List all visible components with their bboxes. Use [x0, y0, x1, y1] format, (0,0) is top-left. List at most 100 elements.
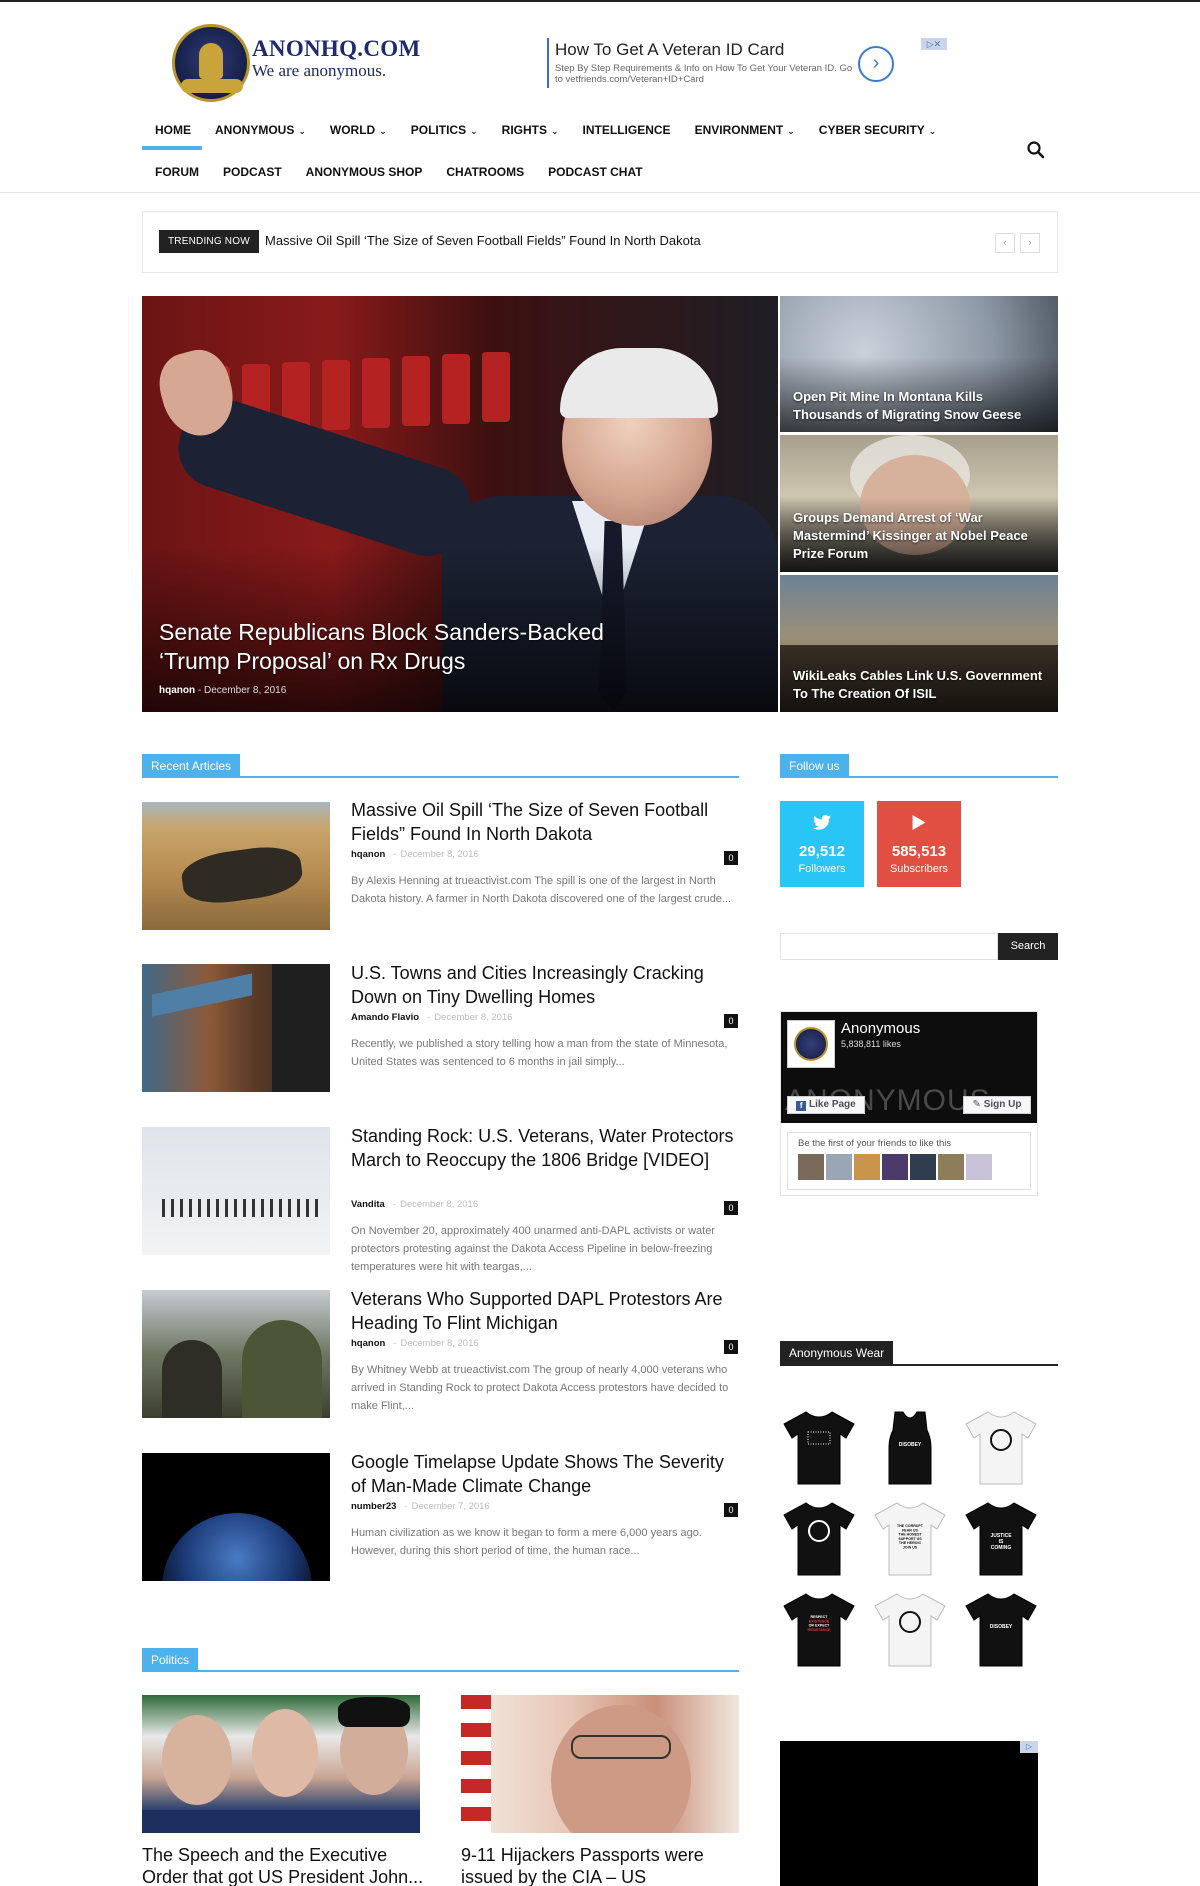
article-author[interactable]: hqanon	[351, 1338, 385, 1349]
facebook-friend-avatars	[798, 1154, 992, 1180]
comment-count[interactable]: 0	[724, 1340, 738, 1354]
tshirt-product[interactable]	[782, 1499, 856, 1577]
follow-section-heading: Follow us	[780, 754, 849, 778]
article-author[interactable]: number23	[351, 1501, 396, 1512]
nav-item-world[interactable]: WORLD ⌄	[318, 118, 399, 148]
trending-prev-button[interactable]: ‹	[995, 233, 1015, 253]
friend-avatar[interactable]	[938, 1154, 964, 1180]
ad-headline[interactable]: How To Get A Veteran ID Card	[555, 40, 784, 60]
facebook-page-name[interactable]: Anonymous	[841, 1020, 920, 1037]
featured-side-title-1[interactable]: Open Pit Mine In Montana Kills Thousands…	[793, 388, 1053, 424]
article-date: December 8, 2016	[400, 1338, 479, 1349]
friend-avatar[interactable]	[882, 1154, 908, 1180]
twitter-follow-button[interactable]: 29,512 Followers	[780, 801, 864, 887]
article-thumb-4[interactable]	[142, 1290, 330, 1418]
recent-section-heading: Recent Articles	[142, 754, 241, 778]
nav-item-podcast-chat[interactable]: PODCAST CHAT	[536, 160, 654, 186]
article-author[interactable]: Vandita	[351, 1199, 385, 1210]
article-thumb-1[interactable]	[142, 802, 330, 930]
featured-main-author[interactable]: hqanon	[159, 685, 195, 696]
tshirt-product[interactable]: JUSTICE IS COMING	[964, 1499, 1038, 1577]
facebook-like-button[interactable]: f Like Page	[787, 1096, 865, 1114]
nav-item-anonymous[interactable]: ANONYMOUS ⌄	[203, 118, 318, 148]
tshirt-product[interactable]	[873, 1590, 947, 1668]
search-icon[interactable]	[1026, 140, 1046, 160]
politics-title-1[interactable]: The Speech and the Executive Order that …	[142, 1844, 432, 1886]
politics-section-line	[142, 1670, 739, 1672]
facebook-cover[interactable]: ANONYMOUS Anonymous 5,838,811 likes f Li…	[781, 1012, 1037, 1123]
adchoices-icon[interactable]: ▷✕	[921, 38, 947, 50]
nav-item-anonymous-shop[interactable]: ANONYMOUS SHOP	[294, 160, 435, 186]
nav-item-forum[interactable]: FORUM	[143, 160, 211, 186]
friend-avatar[interactable]	[966, 1154, 992, 1180]
ad-arrow-button[interactable]: ›	[858, 46, 894, 82]
nav-item-label: WORLD	[329, 123, 376, 137]
nav-item-home[interactable]: HOME	[143, 118, 203, 148]
trending-link[interactable]: Massive Oil Spill ‘The Size of Seven Foo…	[265, 233, 701, 248]
sidebar-search-button[interactable]: Search	[998, 933, 1058, 960]
comment-count[interactable]: 0	[724, 851, 738, 865]
youtube-label: Subscribers	[889, 863, 949, 875]
article-title[interactable]: Massive Oil Spill ‘The Size of Seven Foo…	[351, 798, 741, 846]
youtube-count: 585,513	[891, 843, 947, 860]
facebook-signup-button[interactable]: ✎ Sign Up	[963, 1096, 1031, 1114]
featured-side-title-3[interactable]: WikiLeaks Cables Link U.S. Government To…	[793, 667, 1053, 703]
tshirt-product[interactable]	[782, 1408, 856, 1486]
friend-avatar[interactable]	[910, 1154, 936, 1180]
article-title[interactable]: Google Timelapse Update Shows The Severi…	[351, 1450, 741, 1498]
facebook-friends-box: Be the first of your friends to like thi…	[787, 1132, 1031, 1190]
chevron-down-icon: ⌄	[379, 126, 387, 136]
comment-count[interactable]: 0	[724, 1201, 738, 1215]
sidebar-search-input[interactable]	[780, 933, 998, 960]
article-thumb-5[interactable]	[142, 1453, 330, 1581]
nav-item-label: ANONYMOUS	[215, 123, 295, 137]
tshirt-product[interactable]: DISOBEY	[964, 1590, 1038, 1668]
article-thumb-3[interactable]	[142, 1127, 330, 1255]
comment-count[interactable]: 0	[724, 1503, 738, 1517]
politics-thumb-2[interactable]	[461, 1695, 739, 1833]
featured-side-article-1[interactable]: Open Pit Mine In Montana Kills Thousands…	[780, 296, 1058, 432]
site-name[interactable]: ANONHQ.COM	[252, 36, 420, 62]
article-meta: Vandita - December 8, 2016	[351, 1199, 478, 1210]
tshirt-print-text: COMING	[991, 1545, 1012, 1551]
adchoices-icon[interactable]: ▷	[1020, 1741, 1038, 1753]
nav-item-chatrooms[interactable]: CHATROOMS	[434, 160, 536, 186]
trending-next-button[interactable]: ›	[1020, 233, 1040, 253]
article-title[interactable]: Standing Rock: U.S. Veterans, Water Prot…	[351, 1124, 741, 1172]
nav-item-environment[interactable]: ENVIRONMENT ⌄	[683, 118, 807, 148]
article-title[interactable]: U.S. Towns and Cities Increasingly Crack…	[351, 961, 741, 1009]
facebook-avatar[interactable]	[787, 1020, 835, 1068]
article-date: December 8, 2016	[400, 849, 479, 860]
article-title[interactable]: Veterans Who Supported DAPL Protestors A…	[351, 1287, 741, 1335]
featured-side-article-2[interactable]: Groups Demand Arrest of ‘War Mastermind’…	[780, 435, 1058, 572]
header-ad[interactable]: How To Get A Veteran ID Card Step By Ste…	[547, 38, 907, 90]
friend-avatar[interactable]	[798, 1154, 824, 1180]
nav-item-cyber-security[interactable]: CYBER SECURITY ⌄	[807, 118, 949, 148]
nav-item-label: ENVIRONMENT	[694, 123, 784, 137]
comment-count[interactable]: 0	[724, 1014, 738, 1028]
article-author[interactable]: Amando Flavio	[351, 1012, 419, 1023]
sidebar-ad[interactable]: ▷	[780, 1741, 1038, 1886]
nav-item-podcast[interactable]: PODCAST	[211, 160, 294, 186]
featured-main-title[interactable]: Senate Republicans Block Sanders-Backed …	[159, 618, 639, 676]
tshirt-product[interactable]: RESPECT EXISTENCE OR EXPECT RESISTANCE	[782, 1590, 856, 1668]
tshirt-product[interactable]	[964, 1408, 1038, 1486]
politics-title-2[interactable]: 9-11 Hijackers Passports were issued by …	[461, 1844, 751, 1886]
politics-thumb-1[interactable]	[142, 1695, 420, 1833]
featured-side-title-2[interactable]: Groups Demand Arrest of ‘War Mastermind’…	[793, 509, 1053, 563]
featured-main-article[interactable]: Senate Republicans Block Sanders-Backed …	[142, 296, 778, 712]
nav-item-label: HOME	[155, 123, 191, 137]
nav-item-rights[interactable]: RIGHTS ⌄	[490, 118, 571, 148]
friend-avatar[interactable]	[826, 1154, 852, 1180]
nav-active-indicator	[142, 146, 202, 150]
nav-item-intelligence[interactable]: INTELLIGENCE	[571, 118, 683, 148]
article-author[interactable]: hqanon	[351, 849, 385, 860]
tshirt-product[interactable]: DISOBEY	[873, 1408, 947, 1486]
featured-side-article-3[interactable]: WikiLeaks Cables Link U.S. Government To…	[780, 575, 1058, 712]
nav-item-politics[interactable]: POLITICS ⌄	[399, 118, 490, 148]
tshirt-product[interactable]: THE CORRUPT FEAR US THE HONEST SUPPORT US TH…	[873, 1499, 947, 1577]
article-thumb-2[interactable]	[142, 964, 330, 1092]
site-logo-emblem[interactable]	[172, 24, 250, 102]
friend-avatar[interactable]	[854, 1154, 880, 1180]
youtube-subscribe-button[interactable]: 585,513 Subscribers	[877, 801, 961, 887]
